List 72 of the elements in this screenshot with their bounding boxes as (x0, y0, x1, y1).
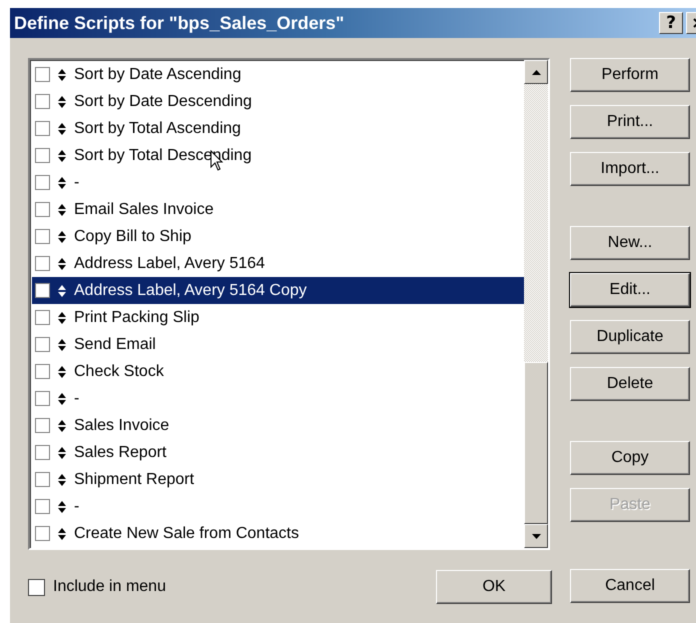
checkbox[interactable] (35, 445, 50, 460)
scroll-thumb[interactable] (524, 362, 548, 524)
script-row[interactable]: Sales Report (32, 439, 524, 466)
action-button[interactable]: New... (570, 226, 690, 260)
checkbox[interactable] (35, 256, 50, 271)
checkbox[interactable] (35, 94, 50, 109)
checkbox[interactable] (35, 310, 50, 325)
script-row[interactable]: Sort by Date Ascending (32, 61, 524, 88)
checkbox[interactable] (35, 229, 50, 244)
script-row[interactable]: Check Stock (32, 358, 524, 385)
checkbox[interactable] (35, 67, 50, 82)
scroll-up-button[interactable] (524, 60, 548, 84)
drag-handle-icon[interactable] (58, 420, 66, 432)
script-row[interactable]: Address Label, Avery 5164 (32, 250, 524, 277)
drag-handle-icon[interactable] (58, 500, 66, 512)
script-row[interactable]: Email Sales Invoice (32, 196, 524, 223)
script-row[interactable]: Sales Invoice (32, 412, 524, 439)
checkbox[interactable] (35, 418, 50, 433)
checkbox[interactable] (35, 148, 50, 163)
drag-handle-icon[interactable] (58, 68, 66, 80)
checkbox[interactable] (35, 364, 50, 379)
up-arrow-icon (532, 70, 540, 74)
script-row[interactable]: Send Email (32, 331, 524, 358)
action-button[interactable]: Edit... (570, 273, 690, 307)
checkbox[interactable] (35, 337, 50, 352)
scrollbar[interactable] (524, 60, 548, 548)
drag-handle-icon[interactable] (58, 338, 66, 350)
checkbox[interactable] (35, 526, 50, 541)
checkbox[interactable] (35, 472, 50, 487)
action-button[interactable]: Perform (570, 58, 690, 92)
drag-handle-icon[interactable] (58, 96, 66, 108)
include-in-menu-checkbox[interactable]: Include in menu (28, 578, 166, 596)
action-button[interactable]: Copy (570, 441, 690, 475)
drag-handle-icon[interactable] (58, 204, 66, 216)
checkbox[interactable] (35, 121, 50, 136)
checkbox[interactable] (35, 499, 50, 514)
checkbox[interactable] (35, 391, 50, 406)
script-row[interactable]: Copy Bill to Ship (32, 223, 524, 250)
window-title: Define Scripts for "bps_Sales_Orders" (14, 12, 346, 34)
drag-handle-icon[interactable] (58, 366, 66, 378)
script-row[interactable]: - (32, 493, 524, 520)
action-button[interactable]: Duplicate (570, 320, 690, 354)
drag-handle-icon[interactable] (58, 150, 66, 162)
drag-handle-icon[interactable] (58, 122, 66, 134)
script-row[interactable]: - (32, 169, 524, 196)
script-row[interactable]: Sort by Date Descending (32, 88, 524, 115)
script-row[interactable]: Create New Sale from Contacts (32, 520, 524, 547)
action-button[interactable]: Delete (570, 367, 690, 401)
drag-handle-icon[interactable] (58, 312, 66, 324)
drag-handle-icon[interactable] (58, 446, 66, 458)
action-button[interactable]: Print... (570, 105, 690, 139)
drag-handle-icon[interactable] (58, 230, 66, 242)
drag-handle-icon[interactable] (58, 528, 66, 540)
checkbox[interactable] (35, 175, 50, 190)
drag-handle-icon[interactable] (58, 176, 66, 188)
script-row[interactable]: - (32, 385, 524, 412)
action-button[interactable]: Import... (570, 152, 690, 186)
cancel-button[interactable]: Cancel (570, 569, 690, 603)
help-button[interactable]: ? (659, 12, 683, 34)
script-row[interactable]: Sort by Total Ascending (32, 115, 524, 142)
drag-handle-icon[interactable] (58, 392, 66, 404)
drag-handle-icon[interactable] (58, 284, 66, 296)
drag-handle-icon[interactable] (58, 474, 66, 486)
down-arrow-icon (532, 534, 540, 538)
scroll-down-button[interactable] (524, 524, 548, 548)
checkbox[interactable] (35, 202, 50, 217)
ok-button[interactable]: OK (436, 570, 552, 604)
script-row[interactable]: Print Packing Slip (32, 304, 524, 331)
drag-handle-icon[interactable] (58, 258, 66, 270)
script-row[interactable]: Address Label, Avery 5164 Copy (32, 277, 524, 304)
script-row[interactable]: Shipment Report (32, 466, 524, 493)
checkbox[interactable] (35, 283, 50, 298)
